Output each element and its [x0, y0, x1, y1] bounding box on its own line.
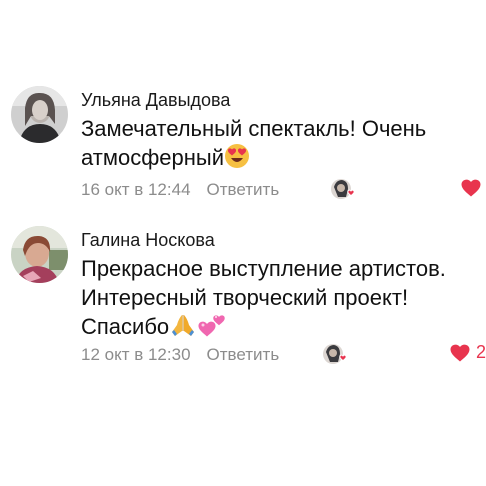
comment-item: Галина Носкова Прекрасное выступление ар…: [0, 218, 486, 368]
two-hearts-emoji-icon: [197, 312, 227, 345]
avatar[interactable]: [11, 86, 68, 143]
comment-meta: 16 окт в 12:44 Ответить: [81, 180, 279, 200]
heart-eyes-emoji-icon: [224, 143, 250, 176]
like-heart-icon[interactable]: [449, 343, 471, 368]
reply-button[interactable]: Ответить: [207, 345, 280, 364]
comment-date: 16 окт в 12:44: [81, 180, 191, 199]
avatar[interactable]: [11, 226, 68, 283]
comment-author[interactable]: Галина Носкова: [81, 230, 215, 251]
comment-text: Замечательный спектакль! Очень атмосферн…: [81, 114, 426, 176]
author-like-badge: [322, 342, 352, 366]
comment-meta: 12 окт в 12:30 Ответить: [81, 345, 279, 365]
author-like-badge: [330, 177, 360, 201]
praying-hands-emoji-icon: [169, 312, 197, 345]
comment-text: Прекрасное выступление артистов. Интерес…: [81, 254, 446, 345]
comment-date: 12 окт в 12:30: [81, 345, 191, 364]
comment-text-line: Интересный творческий проект!: [81, 285, 409, 310]
comment-author[interactable]: Ульяна Давыдова: [81, 90, 230, 111]
comment-item: Ульяна Давыдова Замечательный спектакль!…: [0, 78, 486, 228]
reply-button[interactable]: Ответить: [207, 180, 280, 199]
comment-text-line: Замечательный спектакль! Очень: [81, 116, 427, 141]
like-count: 2: [476, 342, 486, 362]
comment-text-line-with-emoji: атмосферный: [81, 143, 426, 176]
comment-text-line: атмосферный: [81, 145, 225, 170]
like-heart-icon[interactable]: [460, 178, 482, 203]
comment-text-line: Спасибо: [81, 314, 170, 339]
comment-text-line: Прекрасное выступление артистов.: [81, 256, 446, 281]
comment-text-line-with-emoji: Спасибо: [81, 312, 446, 345]
